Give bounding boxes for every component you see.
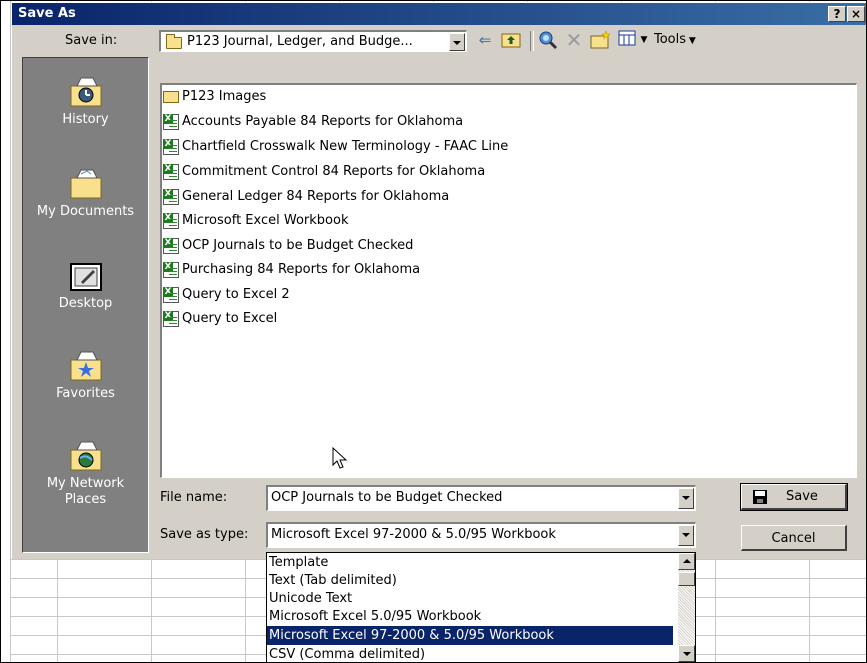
dropdown-option[interactable]: Template [267,553,673,572]
save-as-type-dropdown-list[interactable]: Template Text (Tab delimited) Unicode Te… [266,552,696,663]
excel-file-icon [163,261,179,278]
save-label: Save [786,489,818,504]
scroll-down-button[interactable] [678,645,695,662]
spreadsheet-edge [0,0,11,663]
toolbar-separator [530,31,534,51]
file-name-value: OCP Journals to be Budget Checked [271,490,503,505]
desktop-label: Desktop [58,296,113,311]
save-in-dropdown-button[interactable] [449,33,465,51]
dialog-title: Save As [18,6,76,21]
list-item[interactable]: Purchasing 84 Reports for Oklahoma [163,260,420,280]
list-item[interactable]: Query to Excel [163,309,277,329]
places-bar: History My Documents Desktop Favorites M… [22,57,149,553]
excel-file-icon [163,138,179,155]
network-places-icon [67,440,105,472]
place-favorites[interactable]: Favorites [23,350,148,402]
up-one-level-icon[interactable] [500,30,522,50]
tools-label: Tools [654,32,687,47]
folder-icon [166,34,182,49]
new-folder-icon[interactable] [589,30,613,50]
close-button[interactable]: × [847,6,865,22]
dropdown-option[interactable]: Text (Tab delimited) [267,571,673,590]
place-my-documents[interactable]: My Documents [23,168,148,220]
file-name-label: File name: [160,490,228,505]
excel-file-icon [163,237,179,254]
cancel-label: Cancel [771,531,816,546]
search-web-icon[interactable] [537,30,559,50]
scroll-thumb[interactable] [678,572,695,586]
cancel-button[interactable]: Cancel [741,525,847,551]
file-name-dropdown-button[interactable] [678,488,694,509]
excel-file-icon [163,163,179,180]
delete-icon[interactable]: ✕ [563,30,585,50]
save-as-type-select[interactable]: Microsoft Excel 97-2000 & 5.0/95 Workboo… [266,522,696,548]
my-documents-icon [67,168,105,200]
list-item[interactable]: OCP Journals to be Budget Checked [163,236,413,256]
help-button[interactable]: ? [828,6,846,22]
excel-file-icon [163,212,179,229]
save-in-combo[interactable]: P123 Journal, Ledger, and Budge... [159,30,467,52]
list-item[interactable]: Commitment Control 84 Reports for Oklaho… [163,162,485,182]
tools-menu[interactable]: Tools ▼ [654,30,724,50]
save-in-label: Save in: [65,33,118,48]
list-item[interactable]: Microsoft Excel Workbook [163,211,348,231]
dropdown-option-selected[interactable]: Microsoft Excel 97-2000 & 5.0/95 Workboo… [267,626,673,645]
save-as-dialog: Save As ? × Save in: P123 Journal, Ledge… [11,2,867,559]
dropdown-option[interactable]: Microsoft Excel 5.0/95 Workbook [267,607,673,626]
views-icon[interactable] [616,30,638,50]
mouse-cursor-icon [332,447,348,469]
history-label: History [62,112,109,127]
desktop-icon [67,260,105,292]
list-item[interactable]: Chartfield Crosswalk New Terminology - F… [163,137,508,157]
save-button[interactable]: Save [740,483,848,511]
dropdown-option[interactable]: CSV (Comma delimited) [267,645,673,662]
list-item[interactable]: P123 Images [163,87,266,107]
network-places-label: My Network Places [46,476,125,507]
place-desktop[interactable]: Desktop [23,260,148,312]
place-history[interactable]: History [23,76,148,128]
dropdown-scrollbar[interactable] [678,553,695,662]
title-bar[interactable]: Save As ? × [12,3,867,25]
history-icon [67,76,105,108]
views-dropdown-icon[interactable]: ▼ [638,30,650,50]
save-in-value: P123 Journal, Ledger, and Budge... [187,34,413,49]
scroll-up-button[interactable] [678,553,695,570]
save-as-type-label: Save as type: [160,527,249,542]
file-name-field[interactable]: OCP Journals to be Budget Checked [266,485,696,511]
floppy-disk-icon [753,490,767,504]
dropdown-option[interactable]: Unicode Text [267,589,673,608]
excel-file-icon [163,286,179,303]
list-item[interactable]: Query to Excel 2 [163,285,290,305]
favorites-icon [67,350,105,382]
my-documents-label: My Documents [36,204,135,219]
file-list[interactable]: P123 Images Accounts Payable 84 Reports … [160,83,857,478]
save-as-type-value: Microsoft Excel 97-2000 & 5.0/95 Workboo… [271,527,556,542]
folder-icon [163,90,179,103]
list-item[interactable]: General Ledger 84 Reports for Oklahoma [163,187,449,207]
excel-file-icon [163,113,179,130]
back-arrow-icon[interactable]: ⇐ [474,30,496,50]
list-item[interactable]: Accounts Payable 84 Reports for Oklahoma [163,112,463,132]
favorites-label: Favorites [56,386,115,401]
save-as-type-dropdown-button[interactable] [678,525,694,546]
excel-file-icon [163,188,179,205]
excel-file-icon [163,310,179,327]
place-network-places[interactable]: My Network Places [23,440,148,508]
